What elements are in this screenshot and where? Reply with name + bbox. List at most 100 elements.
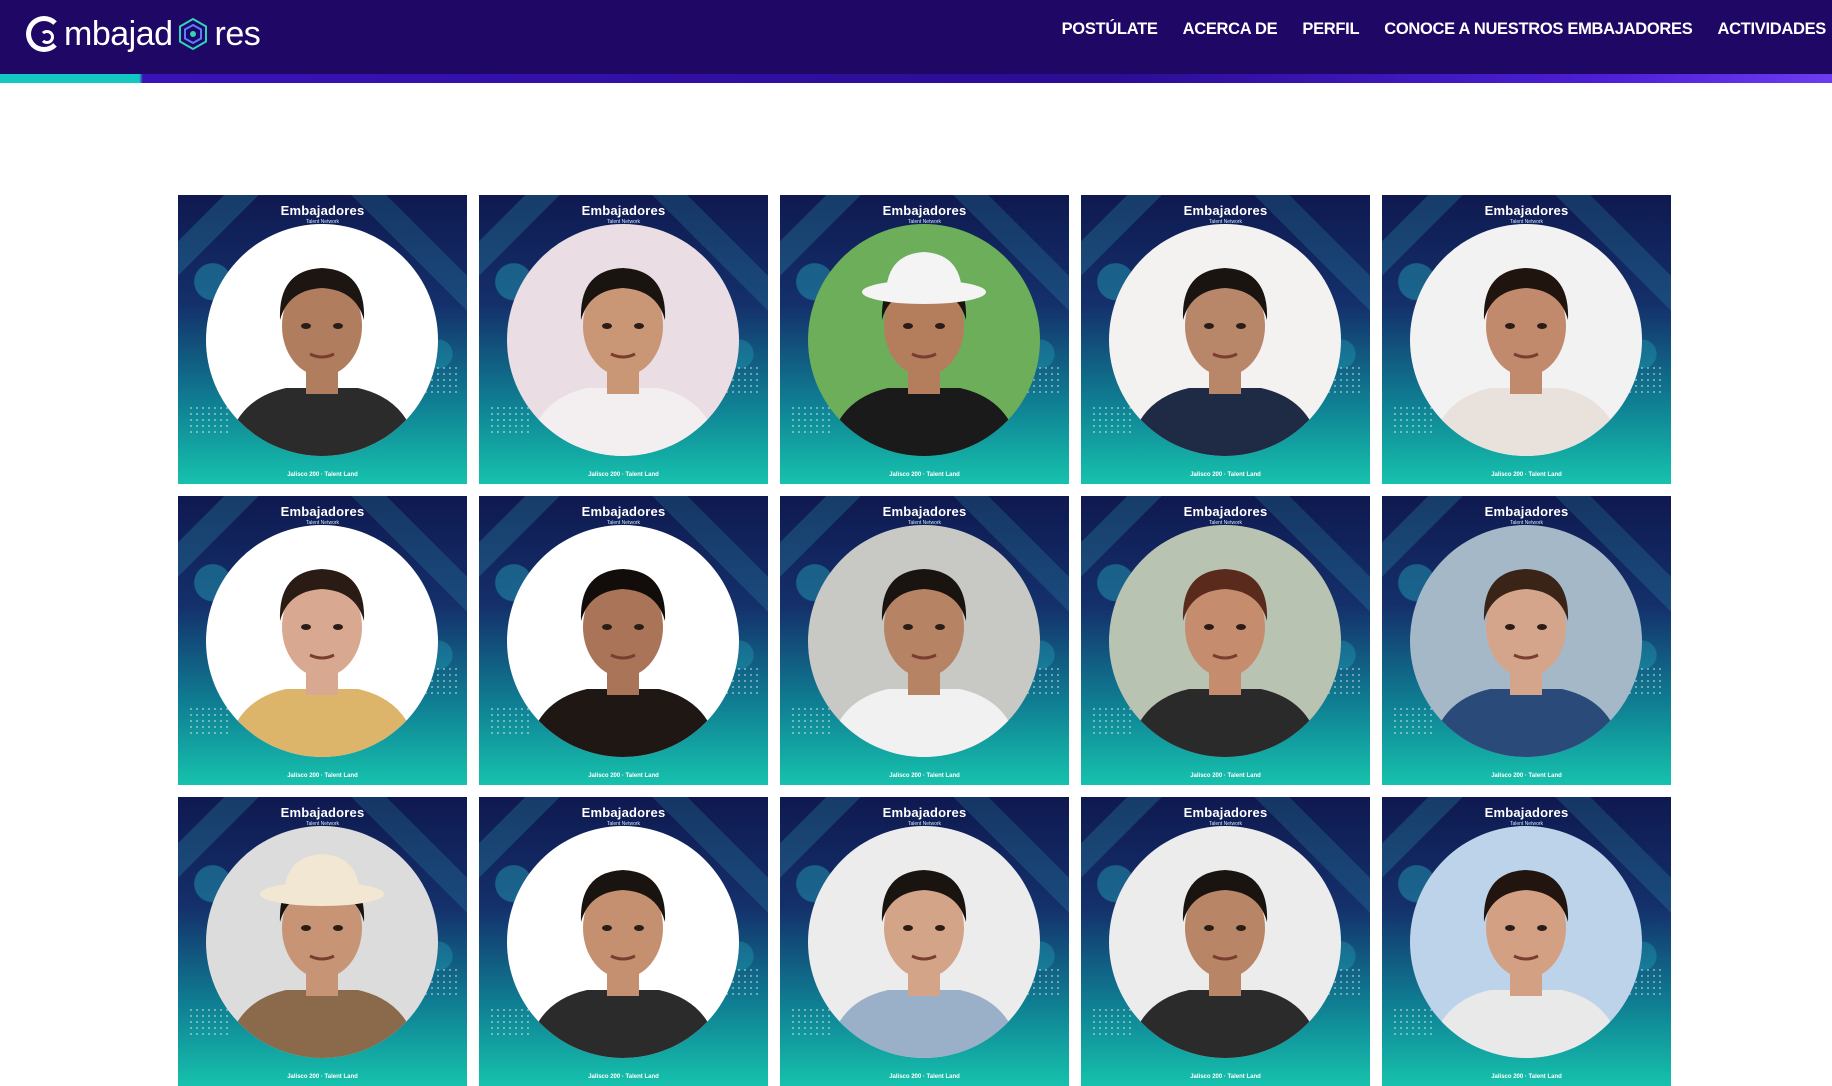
portrait-icon — [507, 826, 739, 1058]
card-footer: Jalisco 200 · Talent Land — [1190, 472, 1261, 478]
card-logo: Embajadores — [581, 805, 666, 820]
portrait-icon — [206, 525, 438, 757]
ambassador-card[interactable]: Embajadores Talent Network Jalisco 200 · … — [780, 496, 1069, 785]
card-logo: Embajadores — [280, 504, 365, 519]
logo-hex-icon — [178, 17, 207, 51]
card-logo: Embajadores — [280, 203, 365, 218]
ambassador-card[interactable]: Embajadores Talent Network Jalisco 200 · … — [479, 496, 768, 785]
decor-dots — [188, 405, 228, 435]
card-footer: Jalisco 200 · Talent Land — [287, 1074, 358, 1080]
decor-dots — [790, 706, 830, 736]
card-logo: Embajadores — [882, 805, 967, 820]
decor-dots — [188, 706, 228, 736]
ambassador-card[interactable]: Embajadores Talent Network Jalisco 200 · … — [1382, 797, 1671, 1086]
portrait-icon — [1109, 525, 1341, 757]
portrait-icon — [1109, 224, 1341, 456]
ambassador-card[interactable]: Embajadores Talent Network Jalisco 200 · … — [178, 195, 467, 484]
ambassadors-grid: Embajadores Talent Network Jalisco 200 · … — [178, 195, 1671, 1086]
ambassador-photo — [1109, 525, 1341, 757]
ambassador-photo — [507, 826, 739, 1058]
card-footer: Jalisco 200 · Talent Land — [1190, 1074, 1261, 1080]
portrait-icon — [808, 224, 1040, 456]
ambassador-card[interactable]: Embajadores Talent Network Jalisco 200 · … — [479, 797, 768, 1086]
ambassador-card[interactable]: Embajadores Talent Network Jalisco 200 · … — [178, 797, 467, 1086]
ambassador-card[interactable]: Embajadores Talent Network Jalisco 200 · … — [780, 195, 1069, 484]
header-accent-strip — [0, 74, 1832, 83]
card-footer: Jalisco 200 · Talent Land — [287, 472, 358, 478]
site-logo[interactable]: mbajad res — [26, 10, 261, 58]
decor-dots — [1091, 1007, 1131, 1037]
logo-text-after: res — [214, 14, 261, 53]
ambassador-photo — [507, 525, 739, 757]
ambassador-photo — [206, 224, 438, 456]
decor-dots — [1392, 706, 1432, 736]
ambassador-photo — [1410, 224, 1642, 456]
ambassador-card[interactable]: Embajadores Talent Network Jalisco 200 · … — [1382, 496, 1671, 785]
decor-dots — [1392, 1007, 1432, 1037]
ambassador-card[interactable]: Embajadores Talent Network Jalisco 200 · … — [1081, 797, 1370, 1086]
card-logo: Embajadores — [1183, 805, 1268, 820]
ambassador-photo — [1410, 525, 1642, 757]
portrait-icon — [1410, 525, 1642, 757]
card-logo: Embajadores — [1484, 203, 1569, 218]
site-header: mbajad res POSTÚLATE ACERCA DE PERFIL CO… — [0, 0, 1832, 83]
card-footer: Jalisco 200 · Talent Land — [588, 1074, 659, 1080]
ambassador-photo — [808, 525, 1040, 757]
portrait-icon — [1109, 826, 1341, 1058]
card-logo: Embajadores — [882, 203, 967, 218]
card-logo: Embajadores — [1183, 504, 1268, 519]
card-logo: Embajadores — [1183, 203, 1268, 218]
portrait-icon — [808, 826, 1040, 1058]
decor-dots — [489, 405, 529, 435]
ambassador-photo — [808, 224, 1040, 456]
card-footer: Jalisco 200 · Talent Land — [1491, 472, 1562, 478]
ambassador-photo — [206, 525, 438, 757]
ambassador-card[interactable]: Embajadores Talent Network Jalisco 200 · … — [479, 195, 768, 484]
decor-dots — [790, 405, 830, 435]
decor-dots — [489, 706, 529, 736]
ambassador-card[interactable]: Embajadores Talent Network Jalisco 200 · … — [780, 797, 1069, 1086]
ambassador-card[interactable]: Embajadores Talent Network Jalisco 200 · … — [1382, 195, 1671, 484]
portrait-icon — [1410, 224, 1642, 456]
card-logo: Embajadores — [280, 805, 365, 820]
ambassador-photo — [808, 826, 1040, 1058]
ambassador-photo — [206, 826, 438, 1058]
card-footer: Jalisco 200 · Talent Land — [889, 773, 960, 779]
decor-dots — [790, 1007, 830, 1037]
nav-acerca-de[interactable]: ACERCA DE — [1183, 20, 1278, 39]
decor-dots — [1091, 405, 1131, 435]
nav-embajadores[interactable]: CONOCE A NUESTROS EMBAJADORES — [1384, 20, 1693, 39]
ambassador-card[interactable]: Embajadores Talent Network Jalisco 200 · … — [178, 496, 467, 785]
ambassador-card[interactable]: Embajadores Talent Network Jalisco 200 · … — [1081, 496, 1370, 785]
logo-c-icon — [26, 16, 62, 52]
card-logo: Embajadores — [882, 504, 967, 519]
portrait-icon — [206, 826, 438, 1058]
card-logo: Embajadores — [581, 203, 666, 218]
card-logo: Embajadores — [581, 504, 666, 519]
decor-dots — [1392, 405, 1432, 435]
card-footer: Jalisco 200 · Talent Land — [287, 773, 358, 779]
ambassador-photo — [507, 224, 739, 456]
card-footer: Jalisco 200 · Talent Land — [1190, 773, 1261, 779]
card-footer: Jalisco 200 · Talent Land — [588, 773, 659, 779]
portrait-icon — [507, 224, 739, 456]
ambassador-photo — [1109, 826, 1341, 1058]
card-logo: Embajadores — [1484, 504, 1569, 519]
nav-postulate[interactable]: POSTÚLATE — [1062, 20, 1158, 39]
nav-perfil[interactable]: PERFIL — [1302, 20, 1359, 39]
card-footer: Jalisco 200 · Talent Land — [889, 1074, 960, 1080]
portrait-icon — [808, 525, 1040, 757]
decor-dots — [1091, 706, 1131, 736]
logo-text-before: mbajad — [64, 14, 173, 53]
ambassador-photo — [1410, 826, 1642, 1058]
decor-dots — [489, 1007, 529, 1037]
card-footer: Jalisco 200 · Talent Land — [889, 472, 960, 478]
decor-dots — [188, 1007, 228, 1037]
card-footer: Jalisco 200 · Talent Land — [1491, 1074, 1562, 1080]
portrait-icon — [507, 525, 739, 757]
nav-actividades[interactable]: ACTIVIDADES — [1717, 20, 1826, 39]
card-footer: Jalisco 200 · Talent Land — [1491, 773, 1562, 779]
card-logo: Embajadores — [1484, 805, 1569, 820]
ambassador-card[interactable]: Embajadores Talent Network Jalisco 200 · … — [1081, 195, 1370, 484]
card-footer: Jalisco 200 · Talent Land — [588, 472, 659, 478]
